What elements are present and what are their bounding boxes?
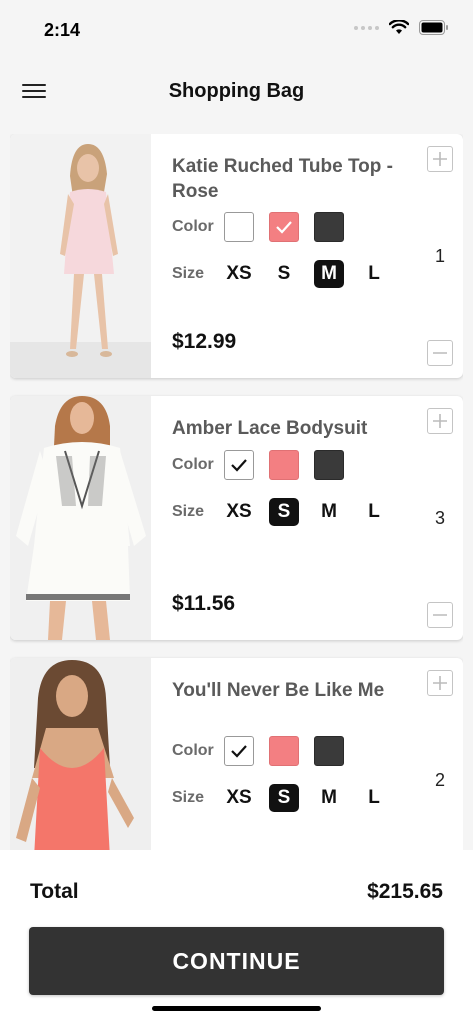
- checkmark-icon: [231, 745, 247, 758]
- total-label: Total: [30, 880, 79, 903]
- size-label: Size: [172, 503, 205, 520]
- minus-icon: [433, 352, 447, 354]
- color-label: Color: [172, 218, 214, 235]
- decrease-quantity-button[interactable]: [427, 340, 453, 366]
- cart-item: Katie Ruched Tube Top - Rose Color Size …: [10, 134, 463, 378]
- size-option-s[interactable]: S: [269, 784, 299, 812]
- checkmark-icon: [276, 221, 292, 234]
- color-swatch-dark[interactable]: [314, 212, 344, 242]
- total-value: $215.65: [367, 880, 443, 903]
- wifi-icon: [389, 20, 409, 34]
- minus-icon: [433, 614, 447, 616]
- size-label: Size: [172, 789, 205, 806]
- plus-icon: [433, 414, 447, 428]
- size-option-xs[interactable]: XS: [224, 498, 254, 526]
- size-option-s[interactable]: S: [269, 260, 299, 288]
- color-options: Color: [172, 736, 359, 766]
- color-swatch-rose[interactable]: [269, 450, 299, 480]
- product-name: Amber Lace Bodysuit: [172, 418, 368, 439]
- product-image: [10, 658, 151, 850]
- plus-icon: [433, 152, 447, 166]
- color-label: Color: [172, 456, 214, 473]
- increase-quantity-button[interactable]: [427, 670, 453, 696]
- increase-quantity-button[interactable]: [427, 146, 453, 172]
- color-options: Color: [172, 450, 359, 480]
- size-option-m[interactable]: M: [314, 498, 344, 526]
- status-bar: 2:14: [0, 0, 473, 56]
- color-swatch-white[interactable]: [224, 736, 254, 766]
- navigation-bar: Shopping Bag: [0, 70, 473, 114]
- product-price: $12.99: [172, 330, 237, 353]
- size-label: Size: [172, 265, 205, 282]
- continue-button[interactable]: CONTINUE: [29, 927, 444, 995]
- product-name: Katie Ruched Tube Top - Rose: [172, 156, 393, 202]
- product-image: [10, 396, 151, 640]
- cart-item: You'll Never Be Like Me Color Size XS S …: [10, 658, 463, 850]
- color-label: Color: [172, 742, 214, 759]
- status-time: 2:14: [44, 20, 81, 40]
- size-options: Size XS S M L: [172, 498, 404, 526]
- decrease-quantity-button[interactable]: [427, 602, 453, 628]
- quantity-value: 2: [434, 770, 445, 790]
- size-option-l[interactable]: L: [359, 784, 389, 812]
- checkout-footer: Total $215.65 CONTINUE: [0, 850, 473, 1024]
- checkmark-icon: [231, 459, 247, 472]
- cart-item: Amber Lace Bodysuit Color Size XS S M L …: [10, 396, 463, 640]
- color-swatch-rose[interactable]: [269, 212, 299, 242]
- size-option-l[interactable]: L: [359, 498, 389, 526]
- color-swatch-rose[interactable]: [269, 736, 299, 766]
- color-swatch-white[interactable]: [224, 212, 254, 242]
- quantity-value: 1: [434, 246, 445, 266]
- size-option-l[interactable]: L: [359, 260, 389, 288]
- size-option-xs[interactable]: XS: [224, 784, 254, 812]
- product-price: $11.56: [172, 592, 236, 615]
- size-option-m[interactable]: M: [314, 260, 344, 288]
- battery-icon: [419, 20, 448, 35]
- color-swatch-dark[interactable]: [314, 736, 344, 766]
- status-icons: [354, 20, 449, 35]
- increase-quantity-button[interactable]: [427, 408, 453, 434]
- quantity-value: 3: [434, 508, 445, 528]
- size-option-m[interactable]: M: [314, 784, 344, 812]
- size-options: Size XS S M L: [172, 784, 404, 812]
- size-options: Size XS S M L: [172, 260, 404, 288]
- size-option-s[interactable]: S: [269, 498, 299, 526]
- product-name: You'll Never Be Like Me: [172, 680, 385, 701]
- home-indicator: [152, 1006, 321, 1011]
- cart-item-list[interactable]: Katie Ruched Tube Top - Rose Color Size …: [10, 134, 463, 850]
- color-swatch-white[interactable]: [224, 450, 254, 480]
- color-options: Color: [172, 212, 359, 242]
- page-title: Shopping Bag: [168, 80, 305, 102]
- cellular-signal-icon: [354, 25, 379, 30]
- size-option-xs[interactable]: XS: [224, 260, 254, 288]
- plus-icon: [433, 676, 447, 690]
- product-image: [10, 134, 151, 378]
- color-swatch-dark[interactable]: [314, 450, 344, 480]
